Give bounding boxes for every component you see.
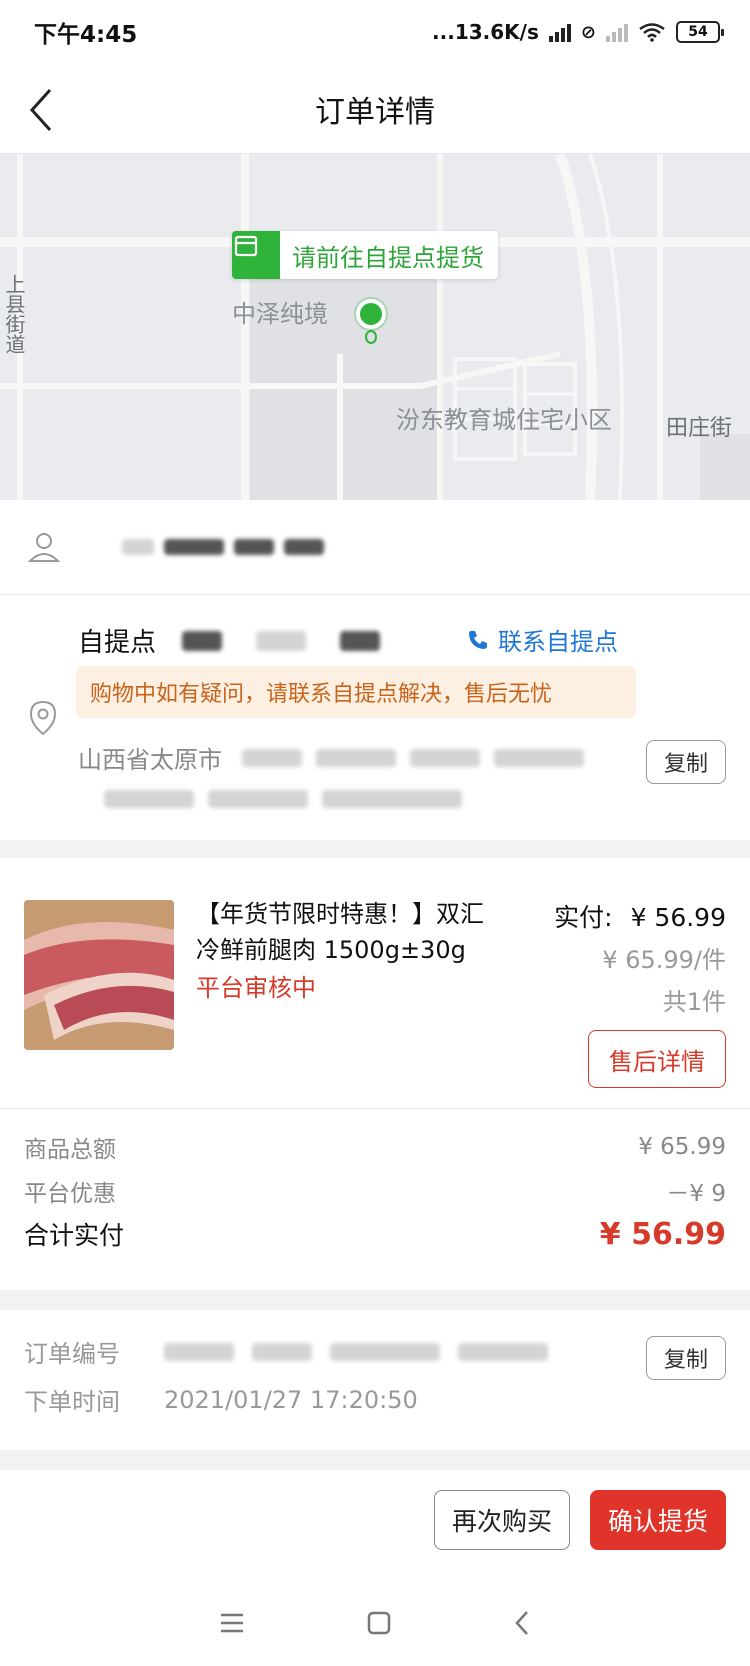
unit-price: ¥ 65.99/件 bbox=[602, 946, 726, 974]
product-card: 【年货节限时特惠！】双汇冷鲜前腿肉 1500g±30g 平台审核中 实付: ¥ … bbox=[0, 858, 750, 1290]
pickup-bubble[interactable]: 请前往自提点提货 bbox=[232, 231, 498, 279]
items-total-label: 商品总额 bbox=[24, 1137, 116, 1163]
home-icon[interactable] bbox=[366, 1610, 392, 1636]
order-info-card: 订单编号 下单时间 2021/01/27 17:20:50 复制 bbox=[0, 1310, 750, 1450]
menu-icon[interactable] bbox=[218, 1611, 246, 1635]
summary-total-row: 合计实付 ¥ 56.99 bbox=[24, 1216, 726, 1252]
user-row bbox=[0, 500, 750, 595]
summary-items-row: 商品总额 ¥ 65.99 bbox=[24, 1130, 726, 1164]
map-label-side: 上县街道 bbox=[2, 274, 26, 354]
no-data-icon: ⊘ bbox=[580, 21, 596, 43]
status-bar: 下午4:45 ...13.6K/s ⊘ 54 bbox=[0, 0, 750, 64]
system-back-icon[interactable] bbox=[512, 1609, 532, 1637]
order-number-redacted bbox=[164, 1342, 548, 1361]
location-pin-icon bbox=[356, 299, 386, 329]
nav-bar: 订单详情 bbox=[0, 64, 750, 154]
system-nav-bar bbox=[0, 1580, 750, 1666]
address-redacted bbox=[242, 748, 584, 767]
cell-signal-2-icon bbox=[606, 22, 628, 42]
paid-label: 实付: bbox=[554, 903, 613, 932]
contact-pickup-label: 联系自提点 bbox=[498, 628, 618, 656]
paid-line: 实付: ¥ 56.99 bbox=[554, 898, 726, 934]
cell-signal-icon bbox=[548, 22, 571, 42]
user-icon bbox=[27, 533, 61, 562]
map-view[interactable]: 中泽纯境 汾东教育城住宅小区 田庄街 上县街道 请前往自提点提货 bbox=[0, 154, 750, 500]
pickup-bubble-text: 请前往自提点提货 bbox=[292, 243, 484, 272]
order-number-label: 订单编号 bbox=[24, 1340, 120, 1368]
order-time-value: 2021/01/27 17:20:50 bbox=[164, 1385, 418, 1414]
pickup-info-card: 自提点 联系自提点 购物中如有疑问，请联系自提点解决，售后无忧 山西省太原市 复… bbox=[0, 500, 750, 840]
store-icon bbox=[232, 231, 280, 279]
order-time-label: 下单时间 bbox=[24, 1388, 120, 1416]
address-row: 山西省太原市 bbox=[78, 740, 584, 775]
map-label-place2: 汾东教育城住宅小区 bbox=[396, 406, 612, 434]
order-time-row: 下单时间 2021/01/27 17:20:50 bbox=[24, 1382, 418, 1417]
page-title: 订单详情 bbox=[315, 94, 435, 130]
battery-level: 54 bbox=[688, 24, 708, 40]
pickup-label: 自提点 bbox=[78, 628, 157, 658]
contact-pickup-link[interactable]: 联系自提点 bbox=[466, 622, 618, 657]
copy-order-number-button[interactable]: 复制 bbox=[646, 1336, 726, 1380]
copy-address-button[interactable]: 复制 bbox=[646, 740, 726, 784]
discount-value: －¥ 9 bbox=[666, 1181, 726, 1207]
user-info-redacted bbox=[122, 539, 324, 555]
repurchase-button[interactable]: 再次购买 bbox=[434, 1490, 570, 1550]
divider bbox=[0, 1108, 750, 1109]
discount-label: 平台优惠 bbox=[24, 1181, 116, 1207]
pin-base-icon bbox=[365, 330, 377, 344]
back-arrow-icon[interactable] bbox=[20, 86, 68, 134]
phone-icon bbox=[469, 630, 487, 649]
quantity: 共1件 bbox=[662, 988, 726, 1016]
status-time: 下午4:45 bbox=[34, 22, 138, 48]
battery-icon: 54 bbox=[676, 21, 724, 43]
aftersale-details-button[interactable]: 售后详情 bbox=[588, 1030, 726, 1088]
items-total-value: ¥ 65.99 bbox=[638, 1134, 726, 1160]
aftersale-tip: 购物中如有疑问，请联系自提点解决，售后无忧 bbox=[76, 666, 636, 718]
total-value: ¥ 56.99 bbox=[599, 1216, 726, 1252]
bottom-action-bar: 再次购买 确认提货 bbox=[0, 1470, 750, 1580]
map-label-place3: 田庄街 bbox=[666, 416, 733, 441]
product-title[interactable]: 【年货节限时特惠！】双汇冷鲜前腿肉 1500g±30g bbox=[196, 896, 506, 968]
address-text: 山西省太原市 bbox=[78, 746, 222, 774]
paid-amount: ¥ 56.99 bbox=[630, 903, 726, 932]
address-line2-redacted bbox=[104, 790, 462, 808]
status-icons: ...13.6K/s ⊘ 54 bbox=[432, 20, 724, 44]
total-label: 合计实付 bbox=[24, 1221, 125, 1250]
order-number-row: 订单编号 bbox=[24, 1334, 548, 1369]
summary-discount-row: 平台优惠 －¥ 9 bbox=[24, 1174, 726, 1208]
wifi-icon bbox=[639, 23, 665, 42]
product-image[interactable] bbox=[24, 900, 174, 1050]
pickup-name-redacted bbox=[182, 630, 381, 651]
review-status: 平台审核中 bbox=[196, 974, 316, 1002]
location-icon bbox=[29, 700, 57, 736]
pork-image bbox=[24, 900, 174, 1050]
confirm-pickup-button[interactable]: 确认提货 bbox=[590, 1490, 726, 1550]
pickup-name-row: 自提点 bbox=[78, 622, 381, 659]
network-speed: ...13.6K/s bbox=[432, 20, 539, 44]
map-label-place1: 中泽纯境 bbox=[232, 300, 328, 328]
